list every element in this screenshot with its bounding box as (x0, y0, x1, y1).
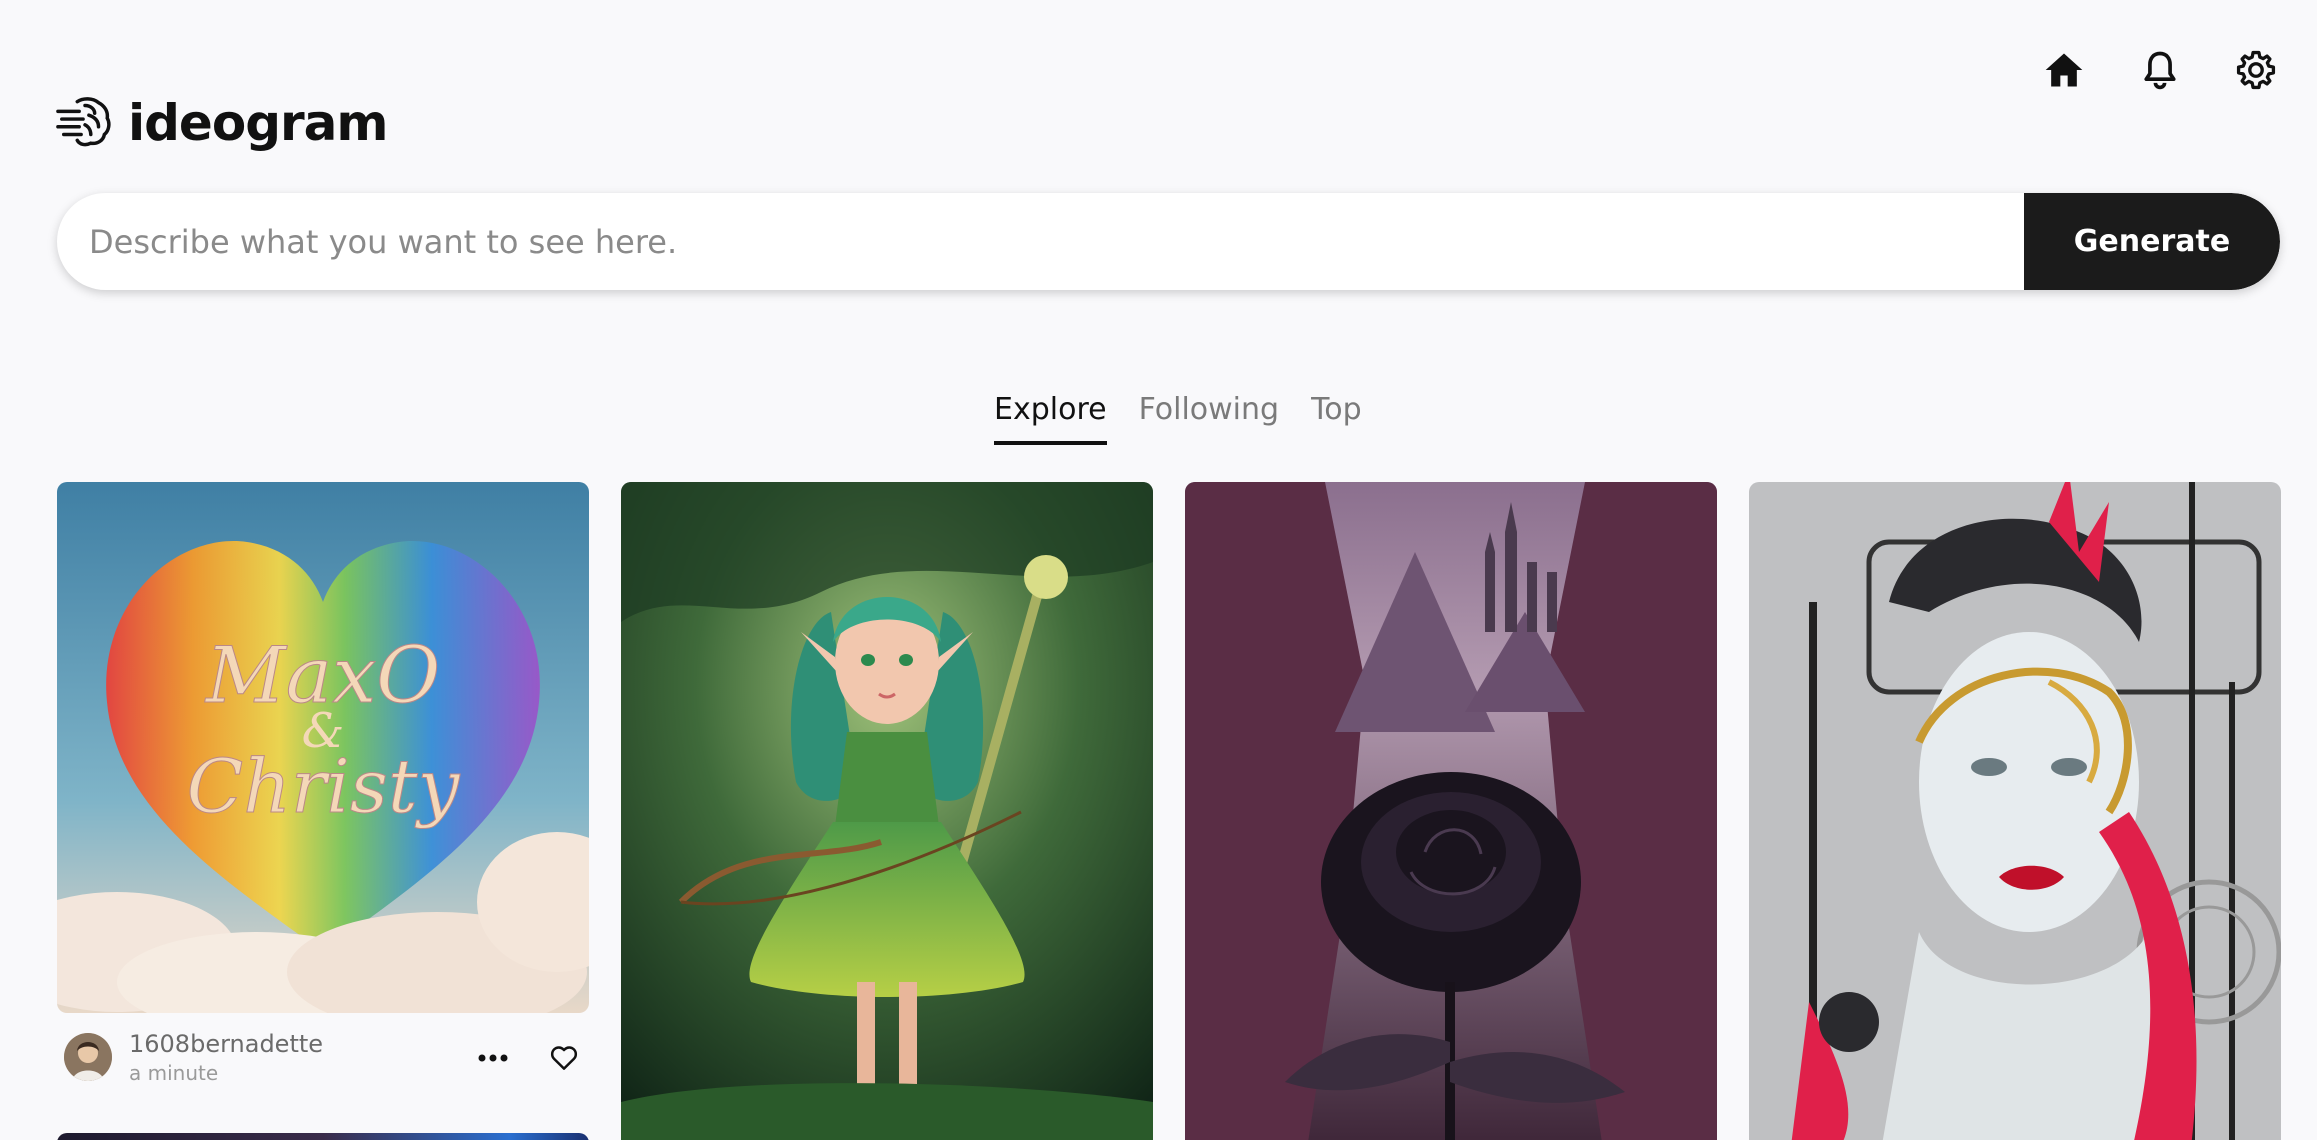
gallery-image-rainbow-heart[interactable]: MaxO & Christy (57, 482, 589, 1013)
card-meta: 1608bernadette a minute (64, 1030, 584, 1086)
post-time: a minute (129, 1061, 219, 1085)
tab-explore[interactable]: Explore (994, 392, 1107, 445)
tab-top[interactable]: Top (1311, 392, 1362, 445)
bell-icon[interactable] (2136, 46, 2184, 94)
gallery-image-mask-portrait[interactable] (1749, 482, 2281, 1140)
prompt-bar: Generate (57, 193, 2280, 290)
heart-icon[interactable] (544, 1038, 584, 1078)
feed-tabs: Explore Following Top (994, 392, 1362, 445)
app-root: ideogram Generate Explore Following Top (0, 0, 2317, 1140)
brain-logo-icon (56, 92, 114, 154)
author-name[interactable]: 1608bernadette (129, 1030, 323, 1058)
generate-button[interactable]: Generate (2024, 193, 2280, 290)
settings-icon[interactable] (2232, 46, 2280, 94)
top-nav (2040, 46, 2280, 94)
brand-logo[interactable]: ideogram (56, 92, 388, 154)
more-options-icon[interactable] (473, 1040, 513, 1076)
brand-name: ideogram (128, 94, 388, 152)
avatar[interactable] (64, 1033, 112, 1081)
svg-text:Christy: Christy (187, 744, 461, 830)
tab-following[interactable]: Following (1139, 392, 1280, 445)
gallery-image-next[interactable] (57, 1133, 589, 1140)
prompt-input[interactable] (57, 193, 2024, 290)
home-icon[interactable] (2040, 46, 2088, 94)
gallery-image-forest-elf[interactable] (621, 482, 1153, 1140)
gallery-image-black-rose[interactable] (1185, 482, 1717, 1140)
